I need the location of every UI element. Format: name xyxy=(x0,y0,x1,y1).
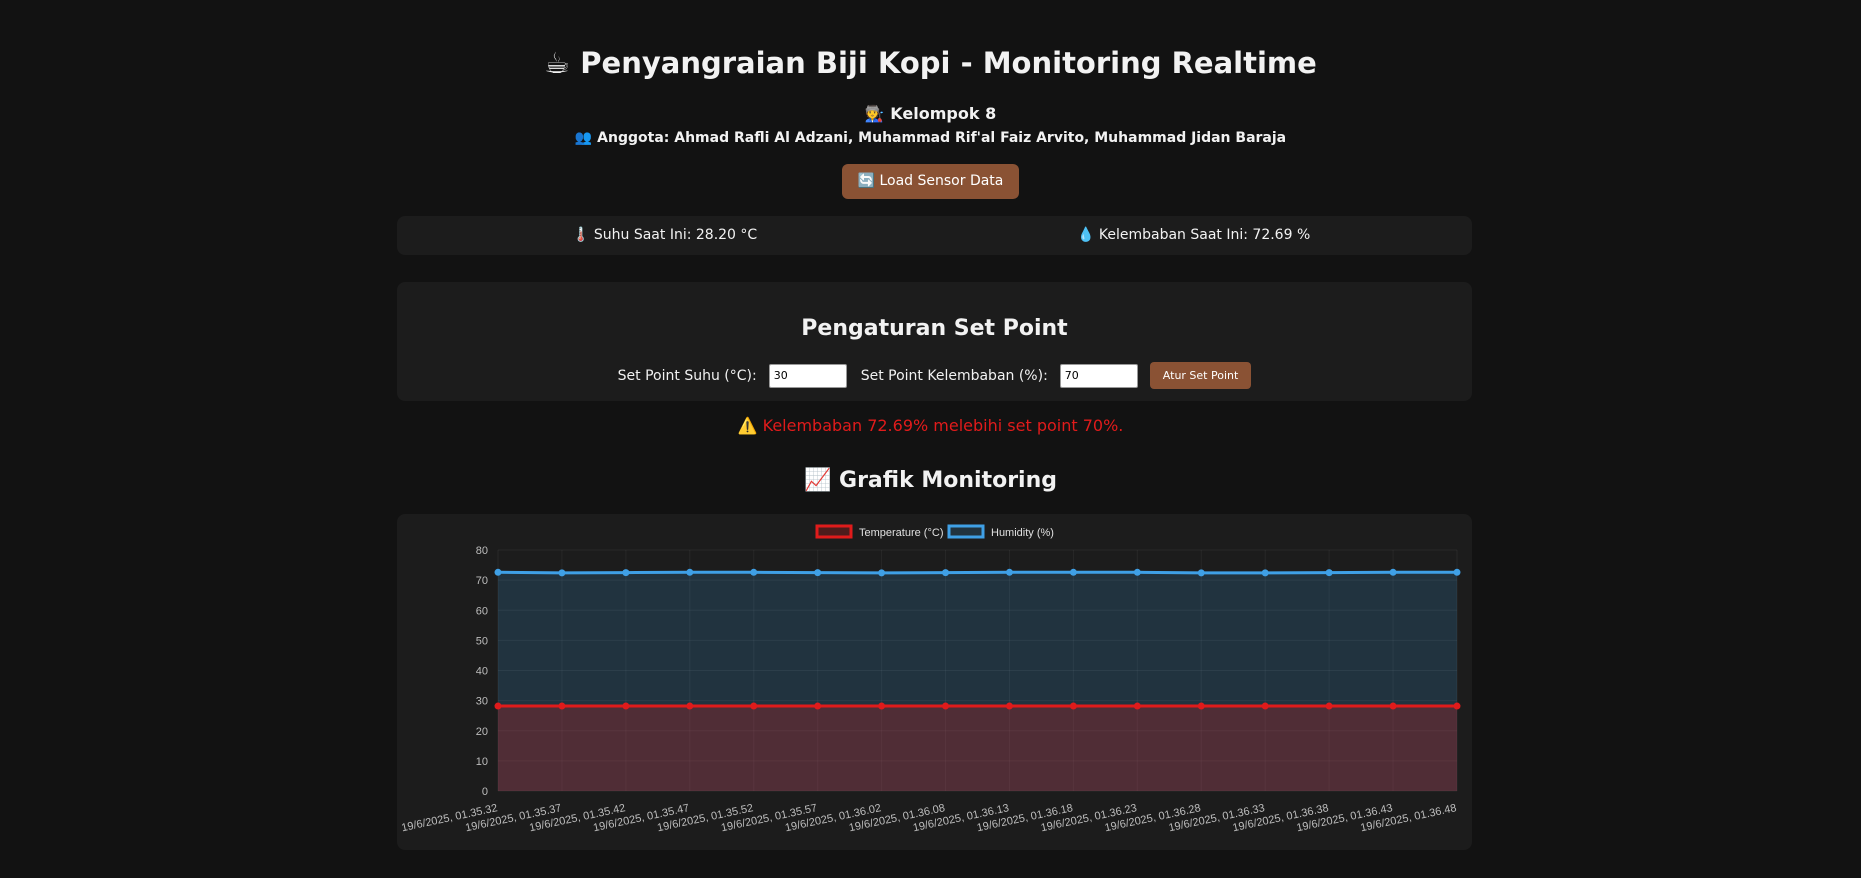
y-tick-label: 20 xyxy=(476,726,488,738)
data-point xyxy=(1197,702,1205,710)
data-point xyxy=(1261,569,1269,577)
humidity-setpoint-label: Set Point Kelembaban (%): xyxy=(860,367,1048,384)
y-tick-label: 50 xyxy=(476,635,488,647)
data-point xyxy=(622,569,630,577)
data-point xyxy=(558,702,566,710)
y-tick-label: 60 xyxy=(476,605,488,617)
legend-swatch xyxy=(815,524,853,539)
series-area xyxy=(498,706,1457,791)
data-point xyxy=(1005,568,1013,576)
y-tick-label: 80 xyxy=(476,545,488,557)
data-point xyxy=(878,569,886,577)
temp-setpoint-label: Set Point Suhu (°C): xyxy=(617,367,757,384)
setpoint-panel: Pengaturan Set Point Set Point Suhu (°C)… xyxy=(397,282,1472,401)
data-point xyxy=(686,702,694,710)
data-point xyxy=(1453,568,1461,576)
data-point xyxy=(1197,569,1205,577)
set-setpoint-button[interactable]: Atur Set Point xyxy=(1149,362,1252,389)
temp-setpoint-input[interactable] xyxy=(768,363,847,388)
data-point xyxy=(942,569,950,577)
y-tick-label: 40 xyxy=(476,666,488,678)
data-point xyxy=(1133,568,1141,576)
y-tick-label: 0 xyxy=(482,786,488,798)
humidity-warning: ⚠️ Kelembaban 72.69% melebihi set point … xyxy=(737,416,1124,435)
monitoring-chart: 0102030405060708019/6/2025, 01.35.3219/6… xyxy=(400,524,1461,834)
data-point xyxy=(750,702,758,710)
member-list: 👥 Anggota: Ahmad Rafli Al Adzani, Muhamm… xyxy=(574,130,1287,146)
data-point xyxy=(878,702,886,710)
data-point xyxy=(1453,702,1461,710)
chart-panel: 0 10 20 30 40 50 60 70 80 19/6/2025, 01.35.32 19/6… xyxy=(397,514,1472,850)
legend-label: Temperature (°C) xyxy=(859,527,943,539)
data-point xyxy=(814,569,822,577)
data-point xyxy=(1133,702,1141,710)
page: ☕ Penyangraian Biji Kopi - Monitoring Re… xyxy=(0,0,1861,850)
page-title: ☕ Penyangraian Biji Kopi - Monitoring Re… xyxy=(544,46,1317,80)
load-sensor-data-button[interactable]: 🔄 Load Sensor Data xyxy=(841,164,1020,199)
data-point xyxy=(686,568,694,576)
data-point xyxy=(494,702,502,710)
data-point xyxy=(1069,568,1077,576)
y-tick-label: 10 xyxy=(476,756,488,768)
data-point xyxy=(1389,568,1397,576)
data-point xyxy=(1005,702,1013,710)
data-point xyxy=(814,702,822,710)
legend-label: Humidity (%) xyxy=(991,527,1054,539)
data-point xyxy=(1325,702,1333,710)
setpoint-title: Pengaturan Set Point xyxy=(801,316,1068,341)
current-temperature: 🌡️ Suhu Saat Ini: 28.20 °C xyxy=(572,227,758,243)
data-point xyxy=(1261,702,1269,710)
current-readings-panel: 🌡️ Suhu Saat Ini: 28.20 °C 💧 Kelembaban … xyxy=(397,216,1472,255)
data-point xyxy=(1069,702,1077,710)
series-line xyxy=(497,570,1457,575)
data-point xyxy=(1389,702,1397,710)
data-point xyxy=(942,702,950,710)
data-point xyxy=(494,568,502,576)
y-tick-label: 30 xyxy=(476,696,488,708)
group-name: 🧑‍🏭 Kelompok 8 xyxy=(864,104,997,123)
data-point xyxy=(622,702,630,710)
data-point xyxy=(558,569,566,577)
humidity-setpoint-input[interactable] xyxy=(1059,363,1138,388)
chart-title: 📈 Grafik Monitoring xyxy=(803,468,1058,493)
data-point xyxy=(750,568,758,576)
legend-swatch xyxy=(947,524,985,539)
current-humidity: 💧 Kelembaban Saat Ini: 72.69 % xyxy=(1077,227,1311,243)
y-tick-label: 70 xyxy=(476,575,488,587)
data-point xyxy=(1325,569,1333,577)
